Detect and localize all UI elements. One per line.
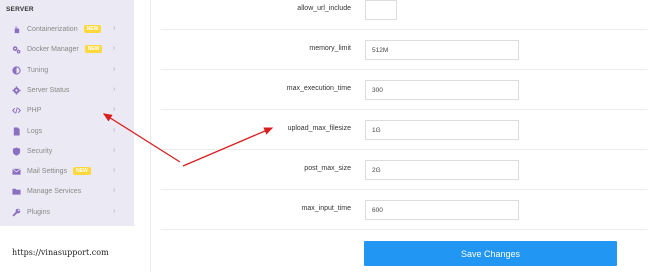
sidebar-item-label: Logs <box>27 127 43 135</box>
setting-row-memory-limit: memory_limit <box>161 30 647 70</box>
sidebar: SERVER Containerization NEW › Docker Man… <box>0 0 134 226</box>
chevron-right-icon: › <box>113 45 116 52</box>
sidebar-item-logs[interactable]: Logs › <box>0 121 134 141</box>
post-max-size-field[interactable] <box>365 160 519 180</box>
sidebar-item-mail-settings[interactable]: Mail Settings NEW › <box>0 161 134 181</box>
sidebar-item-label: PHP <box>27 106 42 114</box>
sidebar-item-php[interactable]: PHP › <box>0 100 134 120</box>
chevron-right-icon: › <box>113 147 116 154</box>
sidebar-item-label: Plugins <box>27 208 50 216</box>
watermark-text: https://vinasupport.com <box>12 248 109 257</box>
wrench-icon <box>12 208 21 217</box>
setting-label: post_max_size <box>304 165 351 172</box>
setting-row-allow-url-include: allow_url_include <box>161 0 647 30</box>
content-divider <box>150 0 151 272</box>
max-input-time-field[interactable] <box>365 200 519 220</box>
upload-max-filesize-field[interactable] <box>365 120 519 140</box>
setting-label: upload_max_filesize <box>287 125 351 132</box>
setting-row-max-execution-time: max_execution_time <box>161 70 647 110</box>
save-changes-button[interactable]: Save Changes <box>364 241 617 266</box>
sidebar-item-manage-services[interactable]: Manage Services › <box>0 181 134 201</box>
sidebar-item-label: Server Status <box>27 86 70 94</box>
setting-label: memory_limit <box>309 45 351 52</box>
chevron-right-icon: › <box>113 167 116 174</box>
new-badge: NEW <box>83 25 102 33</box>
setting-row-upload-max-filesize: upload_max_filesize <box>161 110 647 150</box>
setting-label: max_execution_time <box>286 85 351 92</box>
sidebar-item-label: Security <box>27 147 53 155</box>
new-badge: NEW <box>73 167 91 175</box>
sidebar-item-label: Manage Services <box>27 187 82 195</box>
hand-icon <box>12 25 21 34</box>
sidebar-item-containerization[interactable]: Containerization NEW › <box>0 19 134 39</box>
sidebar-item-plugins[interactable]: Plugins › <box>0 202 134 222</box>
sidebar-item-label: Tuning <box>27 66 49 74</box>
code-icon <box>12 106 21 115</box>
setting-label: allow_url_include <box>297 5 351 12</box>
setting-row-post-max-size: post_max_size <box>161 150 647 190</box>
sidebar-item-label: Containerization <box>27 25 78 33</box>
gear-icon <box>12 85 21 95</box>
sidebar-section-header: SERVER <box>6 6 34 13</box>
file-icon <box>12 126 21 136</box>
cogs-icon <box>12 45 21 54</box>
new-badge: NEW <box>84 45 103 53</box>
allow-url-include-field[interactable] <box>365 0 397 20</box>
chevron-right-icon: › <box>113 127 116 134</box>
half-circle-icon <box>12 65 21 75</box>
chevron-right-icon: › <box>113 208 116 215</box>
sidebar-item-label: Docker Manager <box>27 45 79 53</box>
sidebar-item-docker-manager[interactable]: Docker Manager NEW › <box>0 39 134 59</box>
setting-row-max-input-time: max_input_time <box>161 190 647 230</box>
max-execution-time-field[interactable] <box>365 80 519 100</box>
chevron-right-icon: › <box>113 187 116 194</box>
memory-limit-field[interactable] <box>365 40 519 60</box>
folder-icon <box>12 187 21 196</box>
sidebar-item-security[interactable]: Security › <box>0 141 134 161</box>
setting-label: max_input_time <box>301 205 351 212</box>
chevron-right-icon: › <box>113 66 116 73</box>
shield-icon <box>12 146 21 156</box>
sidebar-item-server-status[interactable]: Server Status › <box>0 80 134 100</box>
chevron-right-icon: › <box>113 86 116 93</box>
sidebar-item-label: Mail Settings <box>27 167 68 175</box>
envelope-icon <box>12 167 21 176</box>
chevron-right-icon: › <box>113 106 116 113</box>
sidebar-item-tuning[interactable]: Tuning › <box>0 60 134 80</box>
chevron-right-icon: › <box>113 25 116 32</box>
